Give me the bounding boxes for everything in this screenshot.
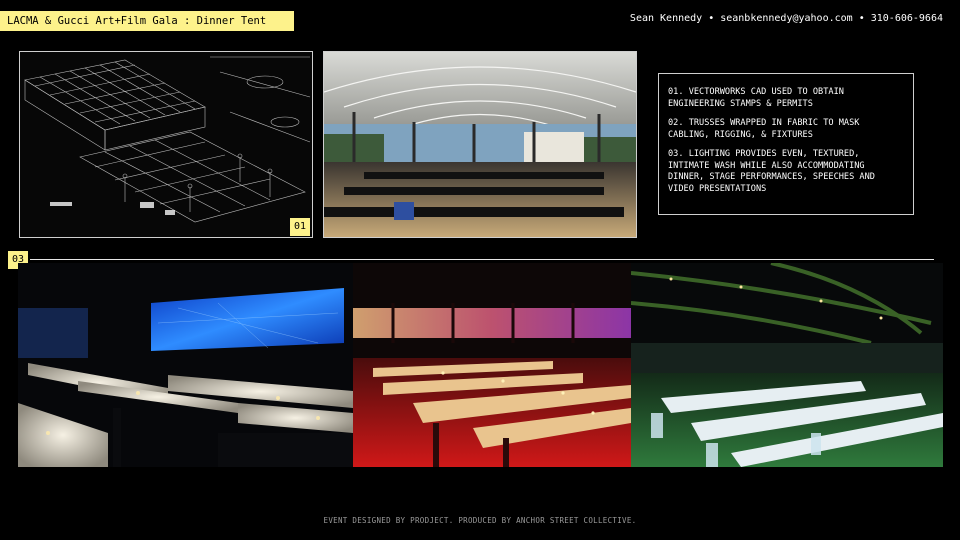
dinner-photo-red-wash — [353, 263, 631, 467]
note-item: 02. TRUSSES WRAPPED IN FABRIC TO MASK CA… — [668, 118, 860, 140]
note-item: 01. VECTORWORKS CAD USED TO OBTAIN ENGIN… — [668, 87, 844, 109]
cad-drawing-image — [19, 51, 313, 238]
notes-box: 01. VECTORWORKS CAD USED TO OBTAIN ENGIN… — [658, 73, 914, 215]
page-title: LACMA & Gucci Art+Film Gala : Dinner Ten… — [0, 11, 294, 31]
dinner-photo-video-wall — [18, 263, 353, 467]
note-item: 03. LIGHTING PROVIDES EVEN, TEXTURED, IN… — [668, 149, 875, 194]
dinner-photo-garland — [631, 263, 943, 467]
contact-info: Sean Kennedy • seanbkennedy@yahoo.com • … — [629, 13, 943, 24]
footer-credit: EVENT DESIGNED BY PRODJECT. PRODUCED BY … — [323, 516, 637, 525]
badge-01: 01 — [290, 218, 310, 236]
section-divider — [30, 259, 934, 260]
tent-interior-photo — [323, 51, 637, 238]
